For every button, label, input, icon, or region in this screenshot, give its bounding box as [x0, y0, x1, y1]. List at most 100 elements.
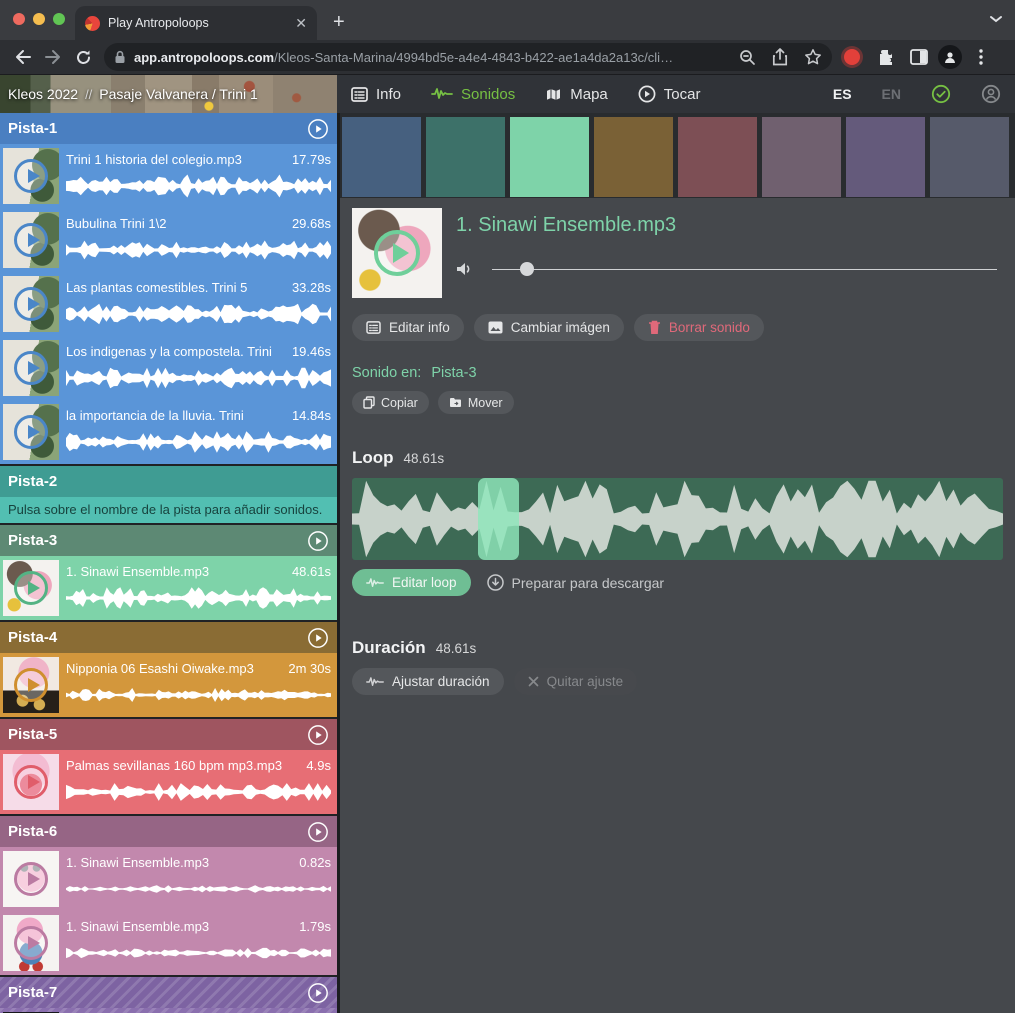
side-panel-icon[interactable]	[904, 43, 934, 71]
play-icon[interactable]	[14, 223, 48, 257]
play-icon[interactable]	[14, 159, 48, 193]
clip-thumbnail[interactable]	[3, 212, 59, 268]
lang-en[interactable]: EN	[882, 86, 901, 102]
breadcrumb-location[interactable]: Pasaje Valvanera / Trini 1	[99, 86, 258, 102]
track-header[interactable]: Pista-6	[0, 816, 337, 847]
clip-thumbnail[interactable]	[3, 560, 59, 616]
loop-playhead-region[interactable]	[478, 478, 518, 560]
record-indicator-icon[interactable]	[844, 49, 860, 65]
play-icon[interactable]	[14, 415, 48, 449]
lang-es[interactable]: ES	[833, 86, 852, 102]
track-header[interactable]: Pista-5	[0, 719, 337, 750]
tab-info[interactable]: Info	[351, 86, 401, 103]
track-header[interactable]: Pista-4	[0, 622, 337, 653]
track-swatch-2[interactable]	[426, 117, 505, 197]
zoom-icon[interactable]	[739, 49, 756, 66]
clip-thumbnail[interactable]	[3, 915, 59, 971]
clip-row[interactable]: la importancia de la lluvia. Trini14.84s	[0, 400, 337, 464]
clip-row[interactable]: Los indigenas y la compostela. Trini19.4…	[0, 336, 337, 400]
clip-thumbnail[interactable]	[3, 276, 59, 332]
browser-tab[interactable]: Play Antropoloops ✕	[75, 6, 317, 40]
tab-close-icon[interactable]: ✕	[295, 16, 307, 30]
breadcrumb-project[interactable]: Kleos 2022	[8, 86, 78, 102]
edit-info-button[interactable]: Editar info	[352, 314, 464, 341]
clip-row[interactable]: Bubulina Trini 1\229.68s	[0, 208, 337, 272]
clip-thumbnail[interactable]	[3, 148, 59, 204]
extensions-puzzle-icon[interactable]	[870, 43, 900, 71]
track-play-icon[interactable]	[307, 118, 329, 140]
loop-waveform[interactable]	[352, 478, 1003, 560]
track-header[interactable]: Pista-1	[0, 113, 337, 144]
clip-row[interactable]: Palmas sevillanas 160 bpm mp3.mp34.9s	[0, 750, 337, 814]
clip-thumbnail[interactable]	[3, 340, 59, 396]
breadcrumb[interactable]: Kleos 2022 // Pasaje Valvanera / Trini 1	[0, 75, 337, 113]
play-icon[interactable]	[14, 926, 48, 960]
copy-button[interactable]: Copiar	[352, 391, 429, 414]
clip-thumbnail[interactable]	[3, 754, 59, 810]
track-play-icon[interactable]	[307, 724, 329, 746]
clip-row[interactable]: 1. Sinawi Ensemble.mp30.82s	[0, 847, 337, 911]
sound-in-track-link[interactable]: Pista-3	[431, 365, 476, 381]
profile-avatar[interactable]	[938, 45, 962, 69]
track-swatch-1[interactable]	[342, 117, 421, 197]
bookmark-star-icon[interactable]	[804, 48, 822, 66]
play-icon[interactable]	[14, 571, 48, 605]
zoom-window-button[interactable]	[53, 13, 65, 25]
play-icon[interactable]	[14, 351, 48, 385]
tab-mapa[interactable]: Mapa	[545, 86, 608, 103]
track-swatch-4[interactable]	[594, 117, 673, 197]
browser-menu-icon[interactable]	[966, 43, 996, 71]
volume-icon[interactable]	[456, 261, 474, 277]
clip-thumbnail[interactable]	[3, 404, 59, 460]
change-image-button[interactable]: Cambiar imágen	[474, 314, 624, 341]
share-icon[interactable]	[772, 48, 788, 66]
track-header[interactable]: Pista-2	[0, 466, 337, 497]
play-icon[interactable]	[14, 668, 48, 702]
clip-thumbnail[interactable]	[3, 657, 59, 713]
new-tab-button[interactable]: +	[333, 11, 345, 40]
adjust-duration-button[interactable]: Ajustar duración	[352, 668, 504, 695]
track-swatch-7[interactable]	[846, 117, 925, 197]
play-icon[interactable]	[374, 230, 420, 276]
track-play-icon[interactable]	[307, 627, 329, 649]
track-header[interactable]: Pista-7	[0, 977, 337, 1008]
clip-row[interactable]: Musica completa2m 15s	[0, 1008, 337, 1013]
clip-row[interactable]: 1. Sinawi Ensemble.mp31.79s	[0, 911, 337, 975]
clip-thumbnail[interactable]	[3, 851, 59, 907]
sync-check-icon[interactable]	[931, 84, 951, 104]
track-header[interactable]: Pista-3	[0, 525, 337, 556]
back-button[interactable]	[8, 43, 38, 71]
tab-tocar[interactable]: Tocar	[638, 85, 701, 103]
track-swatch-5[interactable]	[678, 117, 757, 197]
track-swatch-3-selected[interactable]	[510, 117, 589, 197]
minimize-window-button[interactable]	[33, 13, 45, 25]
play-icon[interactable]	[14, 765, 48, 799]
forward-button[interactable]	[38, 43, 68, 71]
track-play-icon[interactable]	[307, 821, 329, 843]
delete-sound-button[interactable]: Borrar sonido	[634, 314, 764, 341]
volume-slider[interactable]	[492, 262, 997, 276]
clip-row[interactable]: Nipponia 06 Esashi Oiwake.mp32m 30s	[0, 653, 337, 717]
clip-row[interactable]: Trini 1 historia del colegio.mp317.79s	[0, 144, 337, 208]
url-bar[interactable]: app.antropoloops.com/Kleos-Santa-Marina/…	[104, 43, 832, 71]
volume-slider-track[interactable]	[492, 269, 997, 271]
move-button[interactable]: Mover	[438, 391, 514, 414]
reload-button[interactable]	[68, 43, 98, 71]
chevron-down-icon[interactable]	[989, 14, 1003, 24]
close-window-button[interactable]	[13, 13, 25, 25]
remove-adjustment-button[interactable]: Quitar ajuste	[514, 668, 638, 695]
volume-slider-thumb[interactable]	[520, 262, 534, 276]
edit-loop-button[interactable]: Editar loop	[352, 569, 471, 596]
loop-waveform-panel[interactable]	[352, 478, 1003, 560]
track-play-icon[interactable]	[307, 982, 329, 1004]
track-swatch-6[interactable]	[762, 117, 841, 197]
track-swatch-8[interactable]	[930, 117, 1009, 197]
clip-row[interactable]: Las plantas comestibles. Trini 533.28s	[0, 272, 337, 336]
account-icon[interactable]	[981, 84, 1001, 104]
prepare-download-button[interactable]: Preparar para descargar	[487, 574, 665, 591]
clip-row-selected[interactable]: 1. Sinawi Ensemble.mp348.61s	[0, 556, 337, 620]
play-icon[interactable]	[14, 287, 48, 321]
tab-sonidos[interactable]: Sonidos	[431, 86, 515, 103]
macos-traffic-lights[interactable]	[13, 13, 65, 25]
sound-thumbnail[interactable]	[352, 208, 442, 298]
